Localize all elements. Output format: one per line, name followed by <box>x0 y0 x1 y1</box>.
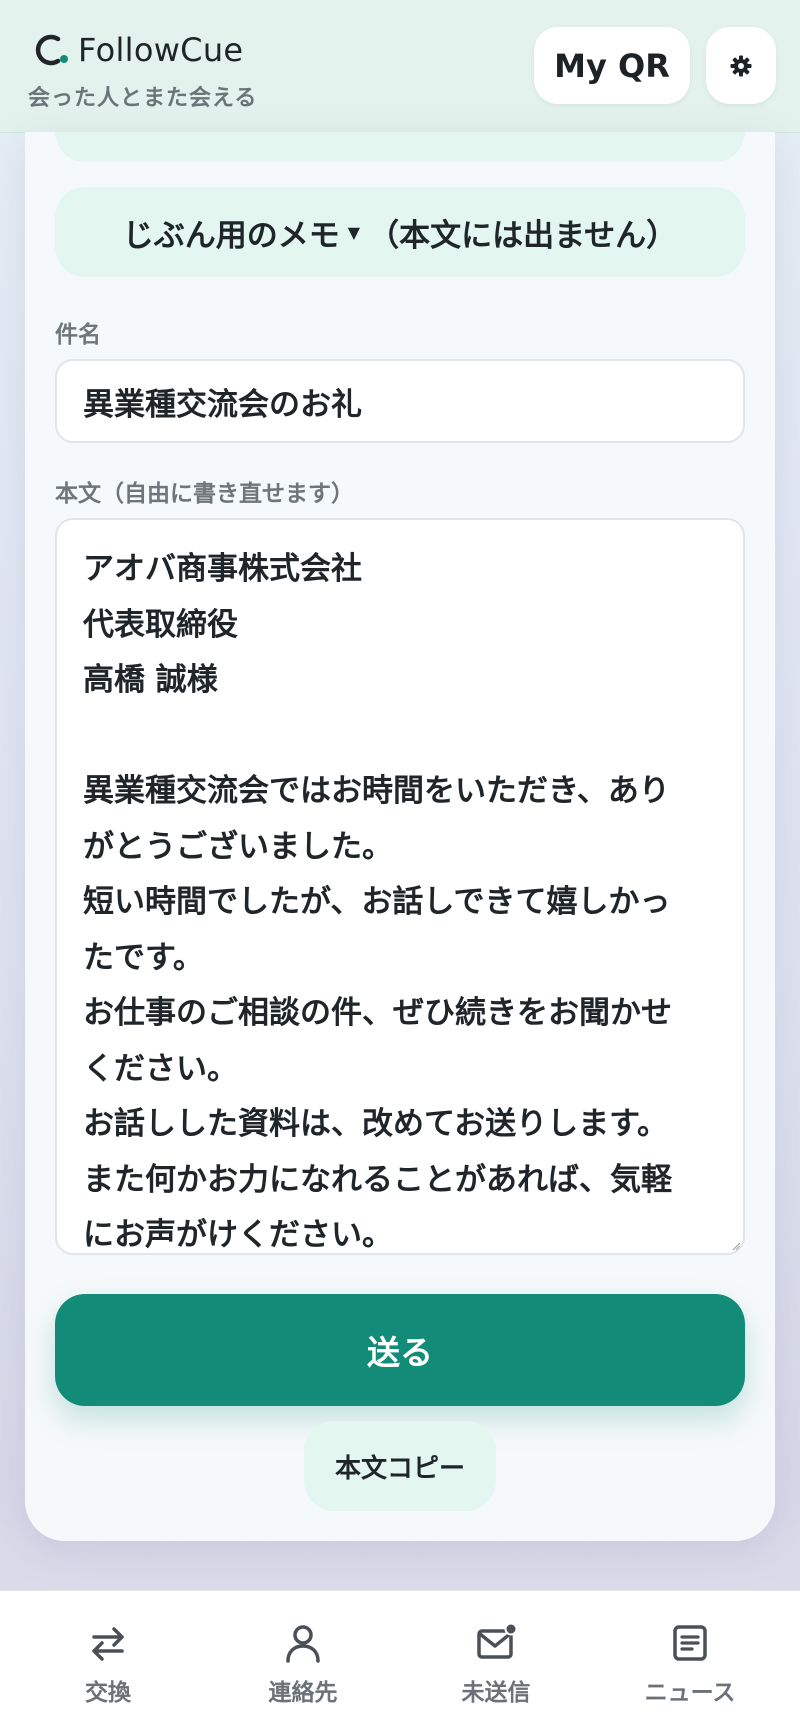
body-line: お話しした資料は、改めてお送りします。 <box>83 1106 668 1142</box>
body-line <box>83 709 717 765</box>
news-icon <box>673 1625 707 1661</box>
body-line: また何かお力になれることがあれば、気軽 <box>83 1161 672 1198</box>
subject-input[interactable]: 異業種交流会のお礼 <box>55 359 745 443</box>
copy-body-button[interactable]: 本文コピー <box>304 1421 496 1511</box>
compose-card: じぶん用のメモ ▼ （本文には出ません） 件名 異業種交流会のお礼 本文（自由に… <box>25 132 775 1541</box>
brand-name: FollowCue <box>78 31 244 69</box>
nav-label: 連絡先 <box>268 1680 338 1706</box>
bottom-nav: 交換 連絡先 未送信 ニュース <box>0 1590 800 1732</box>
mail-icon <box>477 1622 518 1659</box>
nav-item-contacts[interactable]: 連絡先 <box>203 1591 403 1732</box>
body-line: ください。 <box>83 1050 238 1087</box>
nav-label: 交換 <box>85 1680 131 1706</box>
memo-toggle-label: じぶん用のメモ <box>122 217 340 254</box>
settings-button[interactable] <box>706 27 776 104</box>
nav-label: ニュース <box>644 1680 736 1706</box>
body-line: アオバ商事株式会社 <box>83 551 362 587</box>
subject-value: 異業種交流会のお礼 <box>83 386 362 423</box>
send-button[interactable]: 送る <box>55 1294 745 1406</box>
body-line: たです。 <box>83 939 204 976</box>
resize-grip-icon[interactable] <box>731 1241 741 1251</box>
app-header: FollowCue 会った人とまた会える My QR <box>0 0 800 133</box>
body-line: がとうございました。 <box>83 828 393 865</box>
person-icon <box>286 1625 320 1663</box>
followcue-logo-icon <box>35 34 68 66</box>
chevron-down-icon: ▼ <box>347 222 361 242</box>
nav-label: 未送信 <box>461 1680 531 1706</box>
body-label: 本文（自由に書き直せます） <box>55 481 354 507</box>
personal-memo-toggle[interactable]: じぶん用のメモ ▼ （本文には出ません） <box>55 187 745 277</box>
body-line: お仕事のご相談の件、ぜひ続きをお聞かせ <box>83 995 672 1031</box>
body-textarea[interactable]: アオバ商事株式会社 代表取締役 高橋 誠様 異業種交流会ではお時間をいただき、あ… <box>55 518 745 1255</box>
nav-item-news[interactable]: ニュース <box>590 1591 790 1732</box>
body-line: 高橋 誠様 <box>83 662 218 698</box>
memo-toggle-note: （本文には出ません） <box>368 217 678 254</box>
nav-item-unsent[interactable]: 未送信 <box>396 1591 596 1732</box>
previous-section-strip <box>55 132 745 162</box>
body-line: 代表取締役 <box>83 606 238 643</box>
body-line: にお声がけください。 <box>83 1217 393 1253</box>
tagline: 会った人とまた会える <box>28 86 258 111</box>
body-line: 異業種交流会ではお時間をいただき、あり <box>83 773 670 809</box>
body-line: 短い時間でしたが、お話しできて嬉しかっ <box>83 884 671 920</box>
swap-icon <box>92 1627 124 1661</box>
brand: FollowCue 会った人とまた会える <box>28 30 257 112</box>
my-qr-button[interactable]: My QR <box>534 27 690 104</box>
nav-item-exchange[interactable]: 交換 <box>8 1591 208 1732</box>
subject-label: 件名 <box>55 322 101 348</box>
gear-icon <box>730 55 752 76</box>
